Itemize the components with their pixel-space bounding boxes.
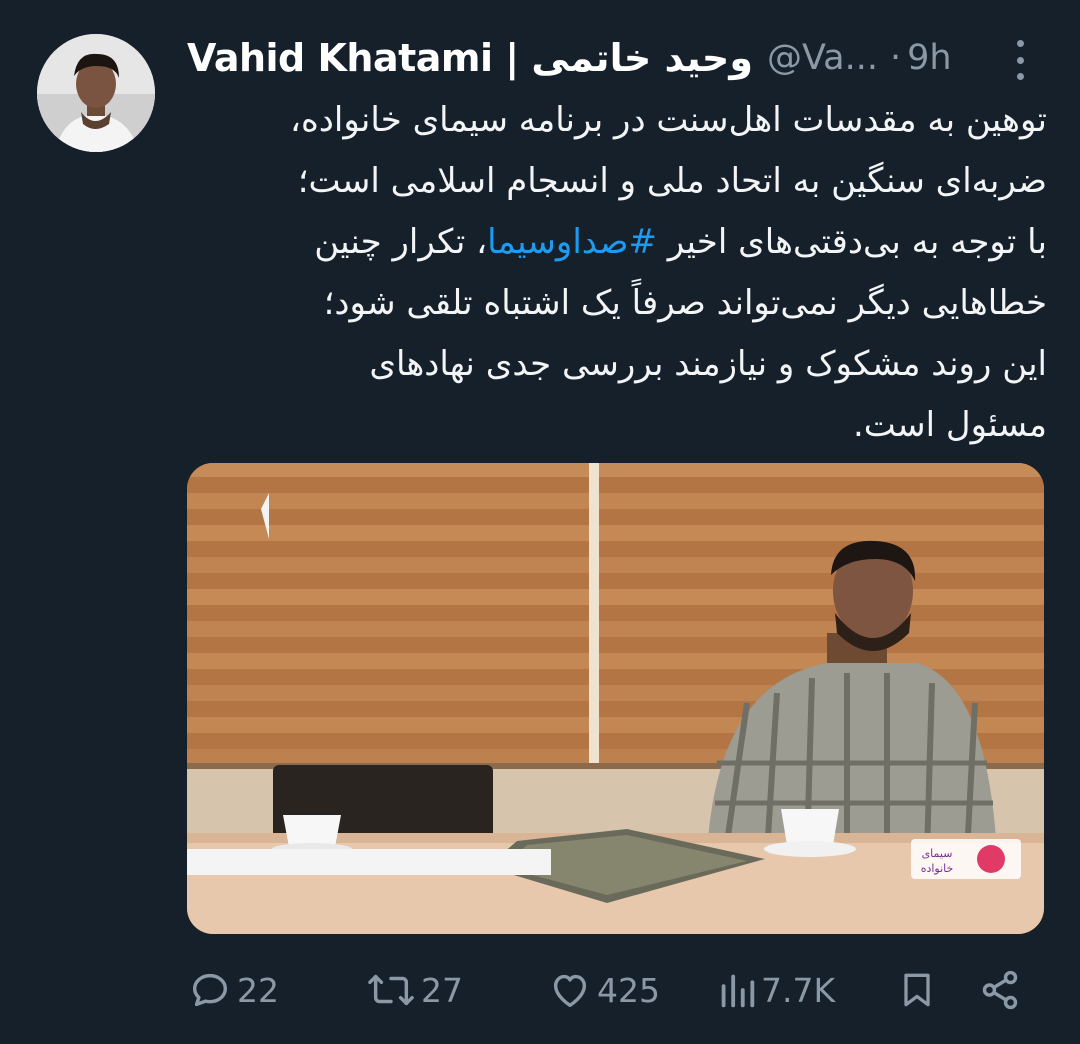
separator-dot: · [890, 38, 902, 78]
tweet-line-3-comma: ، [465, 222, 488, 262]
avatar-image [37, 34, 155, 152]
share-button[interactable] [977, 960, 1023, 1020]
tweet-line-4: خطاهایی دیگر نمی‌تواند صرفاً یک اشتباه ت… [323, 283, 1047, 323]
author-handle[interactable]: @Va... [767, 38, 878, 78]
bookmark-button[interactable] [895, 960, 939, 1020]
tweet-line-3-start: با توجه به بی‌دقتی‌های اخیر [656, 222, 1047, 262]
tweet-header: Vahid Khatami | وحید خاتمی @Va... · 9h [187, 32, 987, 84]
tweet-line-1: توهین به مقدسات اهل‌سنت در برنامه سیمای … [289, 100, 1047, 140]
tweet-line-6: مسئول است. [852, 405, 1047, 445]
like-count: 425 [597, 970, 660, 1010]
tweet-media-image[interactable]: سیمای خانواده [187, 463, 1044, 934]
tweet-line-3: با توجه به بی‌دقتی‌های اخیر #صداوسیما، ت… [187, 212, 1047, 273]
reply-count: 22 [237, 970, 279, 1010]
views-button[interactable]: 7.7K [717, 960, 835, 1020]
tweet-line-2: ضربه‌ای سنگین به اتحاد ملی و انسجام اسلا… [297, 161, 1047, 201]
avatar[interactable] [37, 34, 155, 152]
share-icon [982, 970, 1018, 1010]
tweet-action-bar: 22 27 425 7.7K [187, 960, 1037, 1020]
hashtag-link[interactable]: #صداوسیما [487, 222, 657, 262]
retweet-icon [368, 974, 414, 1006]
tweet-text: توهین به مقدسات اهل‌سنت در برنامه سیمای … [187, 90, 1047, 456]
reply-icon [192, 973, 228, 1007]
media-logo-bottom: خانواده [921, 862, 954, 875]
bookmark-icon [904, 973, 930, 1007]
heart-icon [553, 974, 587, 1008]
tweet-line-3-end: تکرار چنین [314, 222, 466, 262]
views-icon [721, 974, 755, 1008]
media-photo: سیمای خانواده [187, 463, 1044, 934]
author-name[interactable]: Vahid Khatami | وحید خاتمی [187, 36, 753, 80]
tweet-timestamp[interactable]: 9h [907, 38, 951, 78]
more-icon[interactable] [1006, 40, 1034, 80]
retweet-button[interactable]: 27 [365, 960, 463, 1020]
reply-button[interactable]: 22 [187, 960, 279, 1020]
tweet-line-5: این روند مشکوک و نیازمند بررسی جدی نهاده… [369, 344, 1047, 384]
retweet-count: 27 [421, 970, 463, 1010]
views-count: 7.7K [761, 970, 836, 1010]
like-button[interactable]: 425 [547, 960, 660, 1020]
media-logo-top: سیمای [922, 847, 953, 860]
